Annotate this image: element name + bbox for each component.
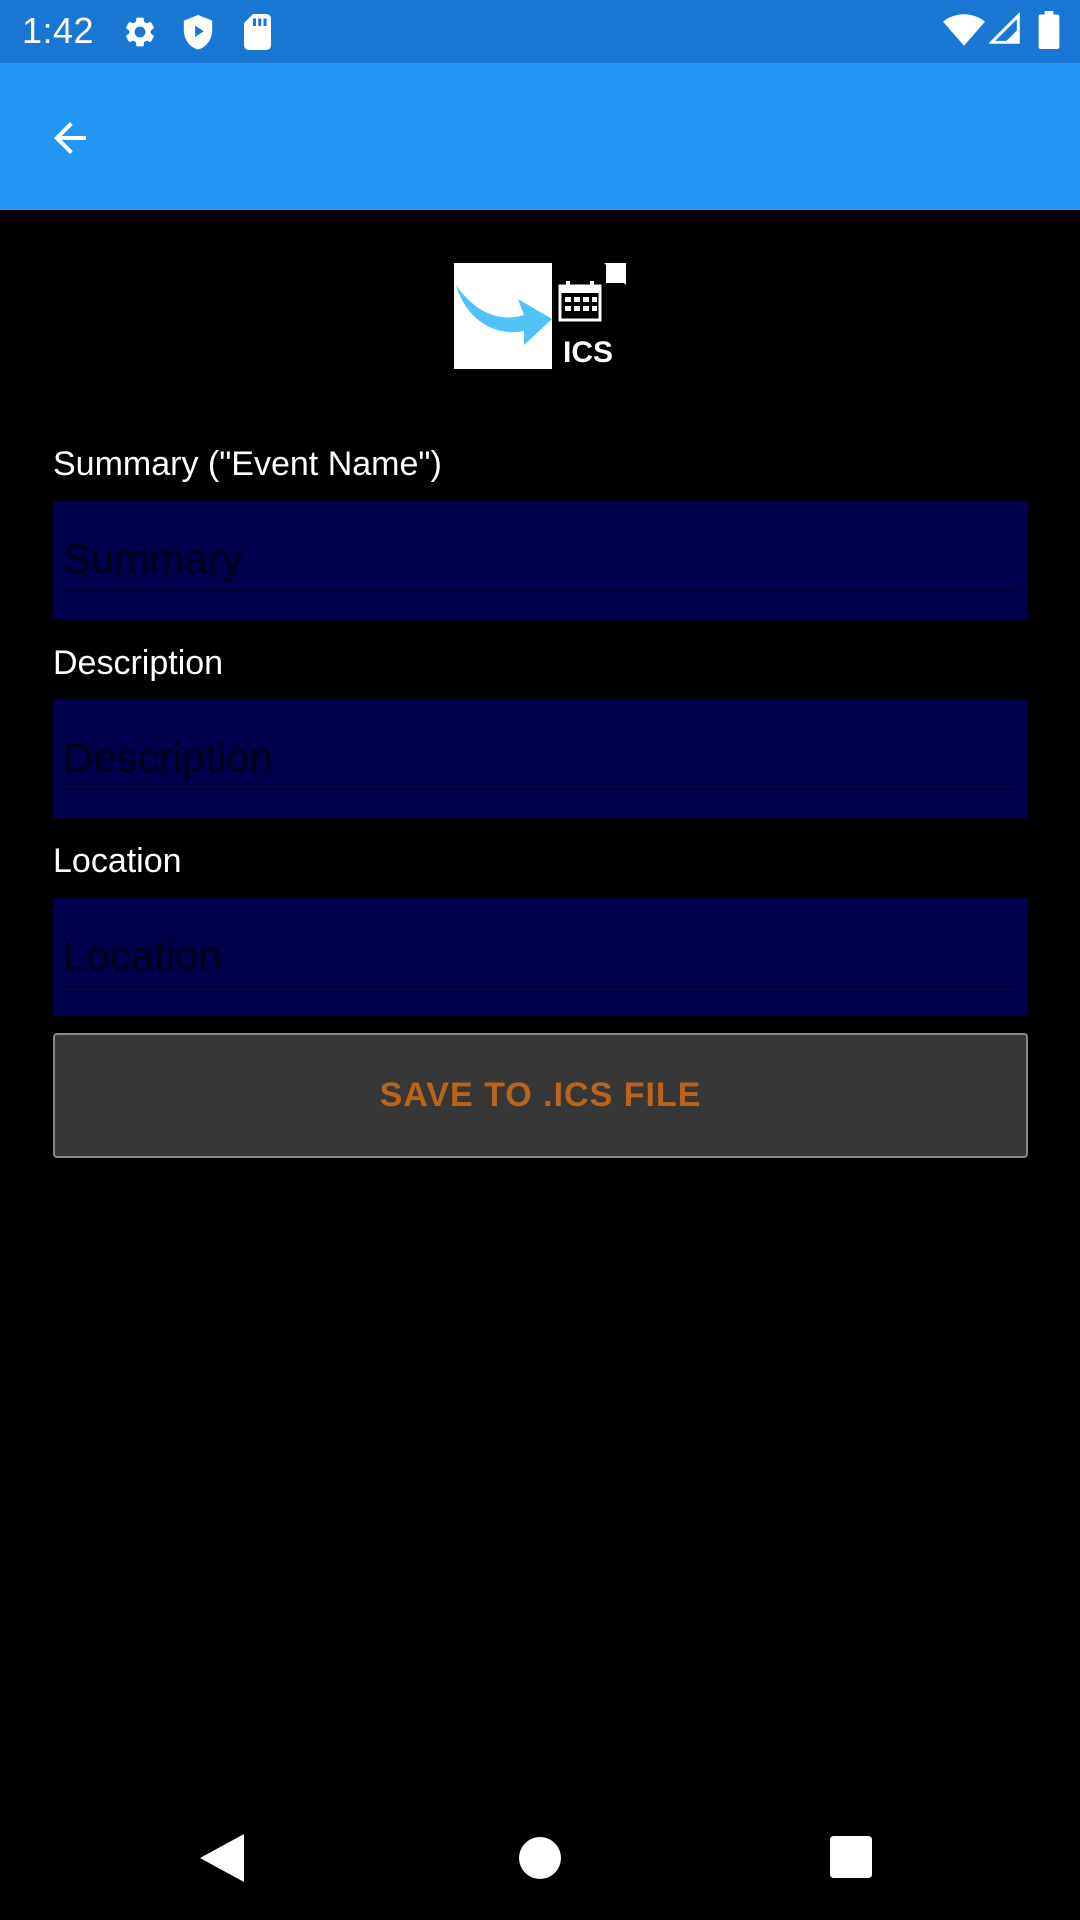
status-time: 1:42 [22, 10, 95, 51]
location-label: Location [53, 842, 182, 880]
nav-back-icon[interactable] [200, 1834, 244, 1882]
sd-card-icon [244, 14, 271, 50]
nav-recents-icon[interactable] [830, 1836, 872, 1878]
status-bar: 1:42 [0, 0, 1080, 63]
signal-icon [989, 12, 1020, 44]
save-to-ics-button[interactable]: SAVE TO .ICS FILE [53, 1033, 1028, 1158]
location-input[interactable] [63, 926, 1018, 988]
navigation-bar [0, 1800, 1080, 1920]
arrow-left-icon [54, 122, 86, 154]
shield-play-icon [183, 15, 213, 50]
battery-icon [1038, 11, 1060, 49]
back-button[interactable] [38, 106, 102, 170]
ics-logo: ICS [454, 263, 626, 369]
description-field[interactable] [53, 700, 1028, 818]
nav-home-icon[interactable] [519, 1837, 561, 1879]
gear-icon [125, 17, 155, 47]
description-label: Description [53, 644, 224, 682]
description-input[interactable] [63, 728, 1018, 790]
summary-input[interactable] [63, 529, 1018, 591]
app-bar [0, 63, 1080, 210]
summary-field[interactable] [53, 501, 1028, 619]
summary-label: Summary ("Event Name") [53, 445, 442, 483]
ics-badge-text: ICS [563, 336, 613, 369]
wifi-icon [943, 14, 985, 46]
location-field[interactable] [53, 898, 1028, 1016]
